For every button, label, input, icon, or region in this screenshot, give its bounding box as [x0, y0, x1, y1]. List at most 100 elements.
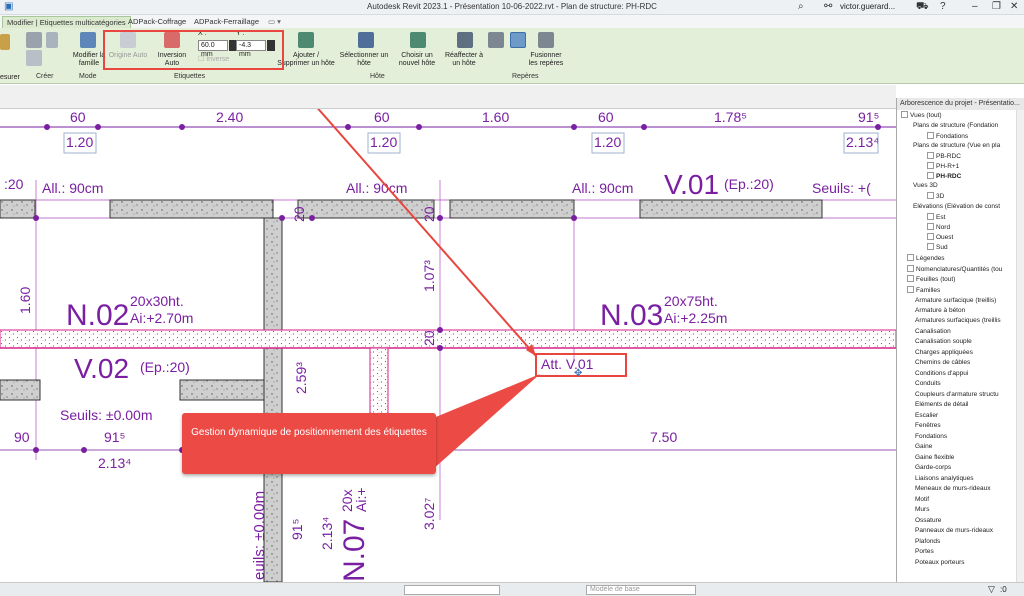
tree-familles[interactable]: Familles: [907, 286, 940, 295]
tree-ph-rdc[interactable]: PH-RDC: [927, 172, 961, 181]
tree-family-item[interactable]: Plafonds: [915, 538, 940, 546]
tree-family-item[interactable]: Conduits: [915, 380, 941, 388]
reassign-host-button[interactable]: Réaffecter à un hôte: [444, 52, 484, 68]
design-option-selector[interactable]: Modèle de base: [586, 585, 696, 595]
tree-family-item[interactable]: Murs: [915, 506, 929, 514]
add-host-icon[interactable]: [298, 32, 314, 48]
create-icon-2[interactable]: [26, 50, 42, 66]
tree-plans-fondation[interactable]: Plans de structure (Fondation: [913, 122, 998, 130]
create-icon-1[interactable]: [26, 32, 42, 48]
label-seuils-left: Seuils: ±0.00m: [60, 407, 153, 423]
tree-family-item[interactable]: Gaine flexible: [915, 454, 954, 462]
tree-nomenclatures[interactable]: Nomenclatures/Quantités (tou: [907, 265, 1002, 274]
tree-plans-vue-plan[interactable]: Plans de structure (Vue en pla: [913, 142, 1000, 150]
help-icon[interactable]: ?: [940, 1, 946, 12]
tree-family-item[interactable]: Motif: [915, 496, 929, 504]
user-name[interactable]: victor.guerard...: [840, 2, 895, 11]
tree-family-item[interactable]: Garde-corps: [915, 464, 951, 472]
binoculars-icon[interactable]: ⚯: [824, 1, 832, 12]
tab-extra-dropdown[interactable]: ▭ ▾: [264, 16, 285, 28]
tree-family-item[interactable]: Canalisation souple: [915, 338, 972, 346]
label-all-1: All.: 90cm: [42, 180, 103, 196]
tree-family-item[interactable]: Armature surfacique (treillis): [915, 297, 996, 305]
tree-family-item[interactable]: Liaisons analytiques: [915, 475, 974, 483]
add-remove-host-button[interactable]: Ajouter / Supprimer un hôte: [276, 52, 336, 68]
tree-family-item[interactable]: Gaine: [915, 443, 932, 451]
tree-family-item[interactable]: Panneaux de murs-rideaux: [915, 527, 993, 535]
marker-icon-1[interactable]: [488, 32, 504, 48]
tree-family-item[interactable]: Canalisation: [915, 328, 951, 336]
dim-top-2134: 2.13⁴: [846, 134, 879, 150]
panel-creer: Créer: [36, 73, 54, 80]
browser-scrollbar[interactable]: [1016, 110, 1024, 582]
tree-family-item[interactable]: Poteaux porteurs: [915, 559, 965, 567]
tree-elevations[interactable]: Elévations (Elévation de const: [913, 203, 1000, 211]
tree-family-item[interactable]: Coupleurs d'armature structu: [915, 391, 999, 399]
tree-legendes[interactable]: Légendes: [907, 254, 945, 263]
dim-top-160: 1.60: [482, 109, 509, 125]
tree-feuilles[interactable]: Feuilles (tout): [907, 275, 955, 284]
tree-family-item[interactable]: Eléments de détail: [915, 401, 968, 409]
reassign-host-icon[interactable]: [457, 32, 473, 48]
tree-family-item[interactable]: Chemins de câbles: [915, 359, 970, 367]
move-cursor-icon: ✥: [574, 368, 582, 379]
tag-n03[interactable]: N.03: [600, 299, 663, 332]
marker-icon-2[interactable]: [510, 32, 526, 48]
tree-fondations-view[interactable]: Fondations: [927, 132, 968, 141]
tree-sud[interactable]: Sud: [927, 243, 948, 252]
cart-icon[interactable]: ⛟: [916, 1, 929, 14]
minimize-icon[interactable]: –: [972, 1, 978, 12]
tree-vues-3d[interactable]: Vues 3D: [913, 182, 938, 190]
merge-markers-icon[interactable]: [538, 32, 554, 48]
tree-family-item[interactable]: Armatures surfaciques (treillis: [915, 317, 1001, 325]
dim-top-240: 2.40: [216, 109, 243, 125]
tree-ph-r1[interactable]: PH-R+1: [927, 162, 959, 171]
create-icon-3[interactable]: [46, 32, 58, 48]
tab-modifier-etiquettes[interactable]: Modifier | Etiquettes multicatégories: [2, 16, 131, 28]
tree-family-item[interactable]: Armature à béton: [915, 307, 965, 315]
tag-n02[interactable]: N.02: [66, 299, 129, 332]
tree-family-item[interactable]: Ossature: [915, 517, 941, 525]
tree-family-item[interactable]: Fondations: [915, 433, 947, 441]
tree-family-item[interactable]: Fenêtres: [915, 422, 941, 430]
filter-icon[interactable]: ▽: [988, 584, 995, 595]
filter-count[interactable]: :0: [1000, 585, 1007, 594]
workset-selector[interactable]: [404, 585, 500, 595]
measure-icon[interactable]: [0, 34, 10, 50]
drawing-canvas[interactable]: 60 1.20 2.40 60 1.20 1.60 60 1.20 1.78⁵ …: [0, 109, 896, 582]
dim-3027: 3.02⁷: [421, 498, 437, 530]
tag-n07[interactable]: N.07: [338, 519, 371, 582]
tree-nord[interactable]: Nord: [927, 223, 950, 232]
tree-pb-rdc[interactable]: PB-RDC: [927, 152, 961, 161]
tag-v02[interactable]: V.02: [74, 353, 129, 384]
tab-adpack-coffrage[interactable]: ADPack-Coffrage: [124, 16, 190, 28]
dim-2593: 2.59³: [293, 362, 309, 394]
tree-family-item[interactable]: Meneaux de murs-rideaux: [915, 485, 991, 493]
tree-family-item[interactable]: Portes: [915, 548, 934, 556]
select-host-button[interactable]: Sélectionner un hôte: [338, 52, 390, 68]
dim-915: 91⁵: [104, 429, 125, 445]
dim-top-60a: 60: [70, 109, 86, 125]
status-bar: Modèle de base :0 ▽: [0, 582, 1024, 596]
tree-family-item[interactable]: Conditions d'appui: [915, 370, 968, 378]
tree-vues-tout[interactable]: Vues (tout): [901, 111, 942, 120]
tree-3d[interactable]: 3D: [927, 192, 944, 201]
tag-v01[interactable]: V.01: [664, 169, 719, 200]
tag-att-v01[interactable]: Att. V.01: [541, 356, 594, 372]
tree-est[interactable]: Est: [927, 213, 945, 222]
tree-family-item[interactable]: Charges appliquées: [915, 349, 973, 357]
search-icon[interactable]: ⌕: [798, 1, 804, 12]
dim-top-120c: 1.20: [594, 134, 621, 150]
choose-new-host-button[interactable]: Choisir un nouvel hôte: [390, 52, 444, 68]
close-icon[interactable]: ✕: [1010, 1, 1018, 12]
maximize-icon[interactable]: ❐: [992, 1, 1001, 12]
project-browser-title: Arborescence du projet - Présentatio...: [897, 98, 1024, 110]
edit-family-icon[interactable]: [80, 32, 96, 48]
choose-host-icon[interactable]: [410, 32, 426, 48]
tag-v02-ep: (Ep.:20): [140, 359, 190, 375]
merge-markers-button[interactable]: Fusionner les repères: [526, 52, 566, 68]
tab-adpack-ferraillage[interactable]: ADPack-Ferraillage: [190, 16, 263, 28]
tree-family-item[interactable]: Escalier: [915, 412, 938, 420]
select-host-icon[interactable]: [358, 32, 374, 48]
tree-ouest[interactable]: Ouest: [927, 233, 953, 242]
